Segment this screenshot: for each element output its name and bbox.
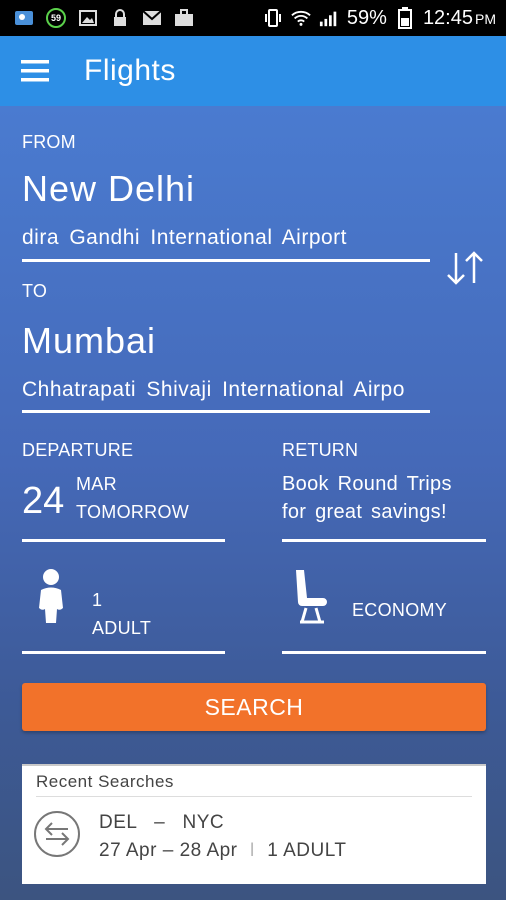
app-notification-icon xyxy=(14,8,34,28)
departure-month: MAR xyxy=(76,474,117,494)
recent-divider xyxy=(36,796,472,797)
swap-arrows-icon xyxy=(447,251,483,285)
departure-field[interactable]: DEPARTURE 24 MAR TOMORROW xyxy=(22,436,226,544)
hamburger-icon xyxy=(21,60,49,82)
person-icon xyxy=(39,569,63,623)
system-indicators: 59% 12:45 PM xyxy=(263,7,496,30)
departure-underline xyxy=(22,539,225,542)
return-promo-line1: Book Round Trips xyxy=(282,473,452,495)
cabin-class: ECONOMY xyxy=(352,600,448,620)
to-airport: Chhatrapati Shivaji International Airpo xyxy=(22,378,405,401)
signal-icon xyxy=(319,8,339,28)
departure-label: DEPARTURE xyxy=(22,440,134,460)
return-promo-line2: for great savings! xyxy=(282,501,447,523)
from-airport: dira Gandhi International Airport xyxy=(22,226,348,249)
passenger-count: 1 xyxy=(92,590,103,610)
return-label: RETURN xyxy=(282,440,359,460)
round-trip-icon xyxy=(34,811,80,857)
lock-icon xyxy=(110,8,130,28)
recent-route-dash: – xyxy=(154,812,166,833)
to-field[interactable]: Mumbai Chhatrapati Shivaji International… xyxy=(22,314,432,414)
recent-search-item[interactable]: DEL – NYC 27 Apr – 28 Apr I 1 ADULT xyxy=(22,802,486,878)
recent-to: NYC xyxy=(182,812,225,833)
notification-icons: 59 xyxy=(14,8,194,28)
mail-icon xyxy=(142,8,162,28)
app-bar: Flights xyxy=(0,36,506,106)
recent-searches-card: Recent Searches DEL – NYC 27 Apr – 28 Ap… xyxy=(22,766,486,884)
from-underline xyxy=(22,259,430,262)
to-underline xyxy=(22,410,430,413)
passenger-type: ADULT xyxy=(92,618,152,638)
flight-search-form: FROM New Delhi dira Gandhi International… xyxy=(0,106,506,900)
recent-return-date: 28 Apr xyxy=(179,840,238,861)
clock-ampm: PM xyxy=(475,10,496,27)
seat-icon xyxy=(296,570,327,624)
recent-route: DEL – NYC xyxy=(99,812,224,834)
cabin-class-field[interactable]: ECONOMY xyxy=(282,558,486,650)
return-field[interactable]: RETURN Book Round Trips for great saving… xyxy=(282,436,486,544)
passengers-field[interactable]: 1 ADULT xyxy=(22,558,226,650)
menu-button[interactable] xyxy=(0,36,70,106)
recent-details: 27 Apr – 28 Apr I 1 ADULT xyxy=(99,840,346,862)
vibrate-icon xyxy=(263,8,283,28)
battery-percent: 59% xyxy=(346,6,387,29)
return-underline xyxy=(282,539,486,542)
swap-button[interactable] xyxy=(440,246,490,290)
recent-date-dash: – xyxy=(162,840,174,861)
clock: 12:45 PM xyxy=(423,7,496,30)
to-label: TO xyxy=(22,281,48,301)
search-button[interactable]: SEARCH xyxy=(22,683,486,731)
from-field[interactable]: New Delhi dira Gandhi International Airp… xyxy=(22,164,432,264)
from-label: FROM xyxy=(22,132,76,152)
recent-depart-date: 27 Apr xyxy=(99,840,157,861)
count-badge: 59 xyxy=(46,8,66,28)
status-bar: 59 59% 12:45 PM xyxy=(0,0,506,36)
departure-day: 24 xyxy=(22,480,65,522)
battery-icon xyxy=(395,7,415,29)
page-title: Flights xyxy=(84,54,176,87)
recent-from: DEL xyxy=(99,812,137,833)
image-icon xyxy=(78,8,98,28)
cabin-underline xyxy=(282,651,486,654)
recent-searches-title: Recent Searches xyxy=(36,772,174,791)
from-city: New Delhi xyxy=(22,168,196,209)
recent-separator: I xyxy=(249,840,256,861)
departure-relative: TOMORROW xyxy=(76,502,190,522)
recent-travellers: 1 ADULT xyxy=(267,840,347,861)
passengers-underline xyxy=(22,651,225,654)
wifi-icon xyxy=(291,8,311,28)
to-city: Mumbai xyxy=(22,320,157,361)
briefcase-icon xyxy=(174,8,194,28)
clock-time: 12:45 xyxy=(422,6,473,29)
